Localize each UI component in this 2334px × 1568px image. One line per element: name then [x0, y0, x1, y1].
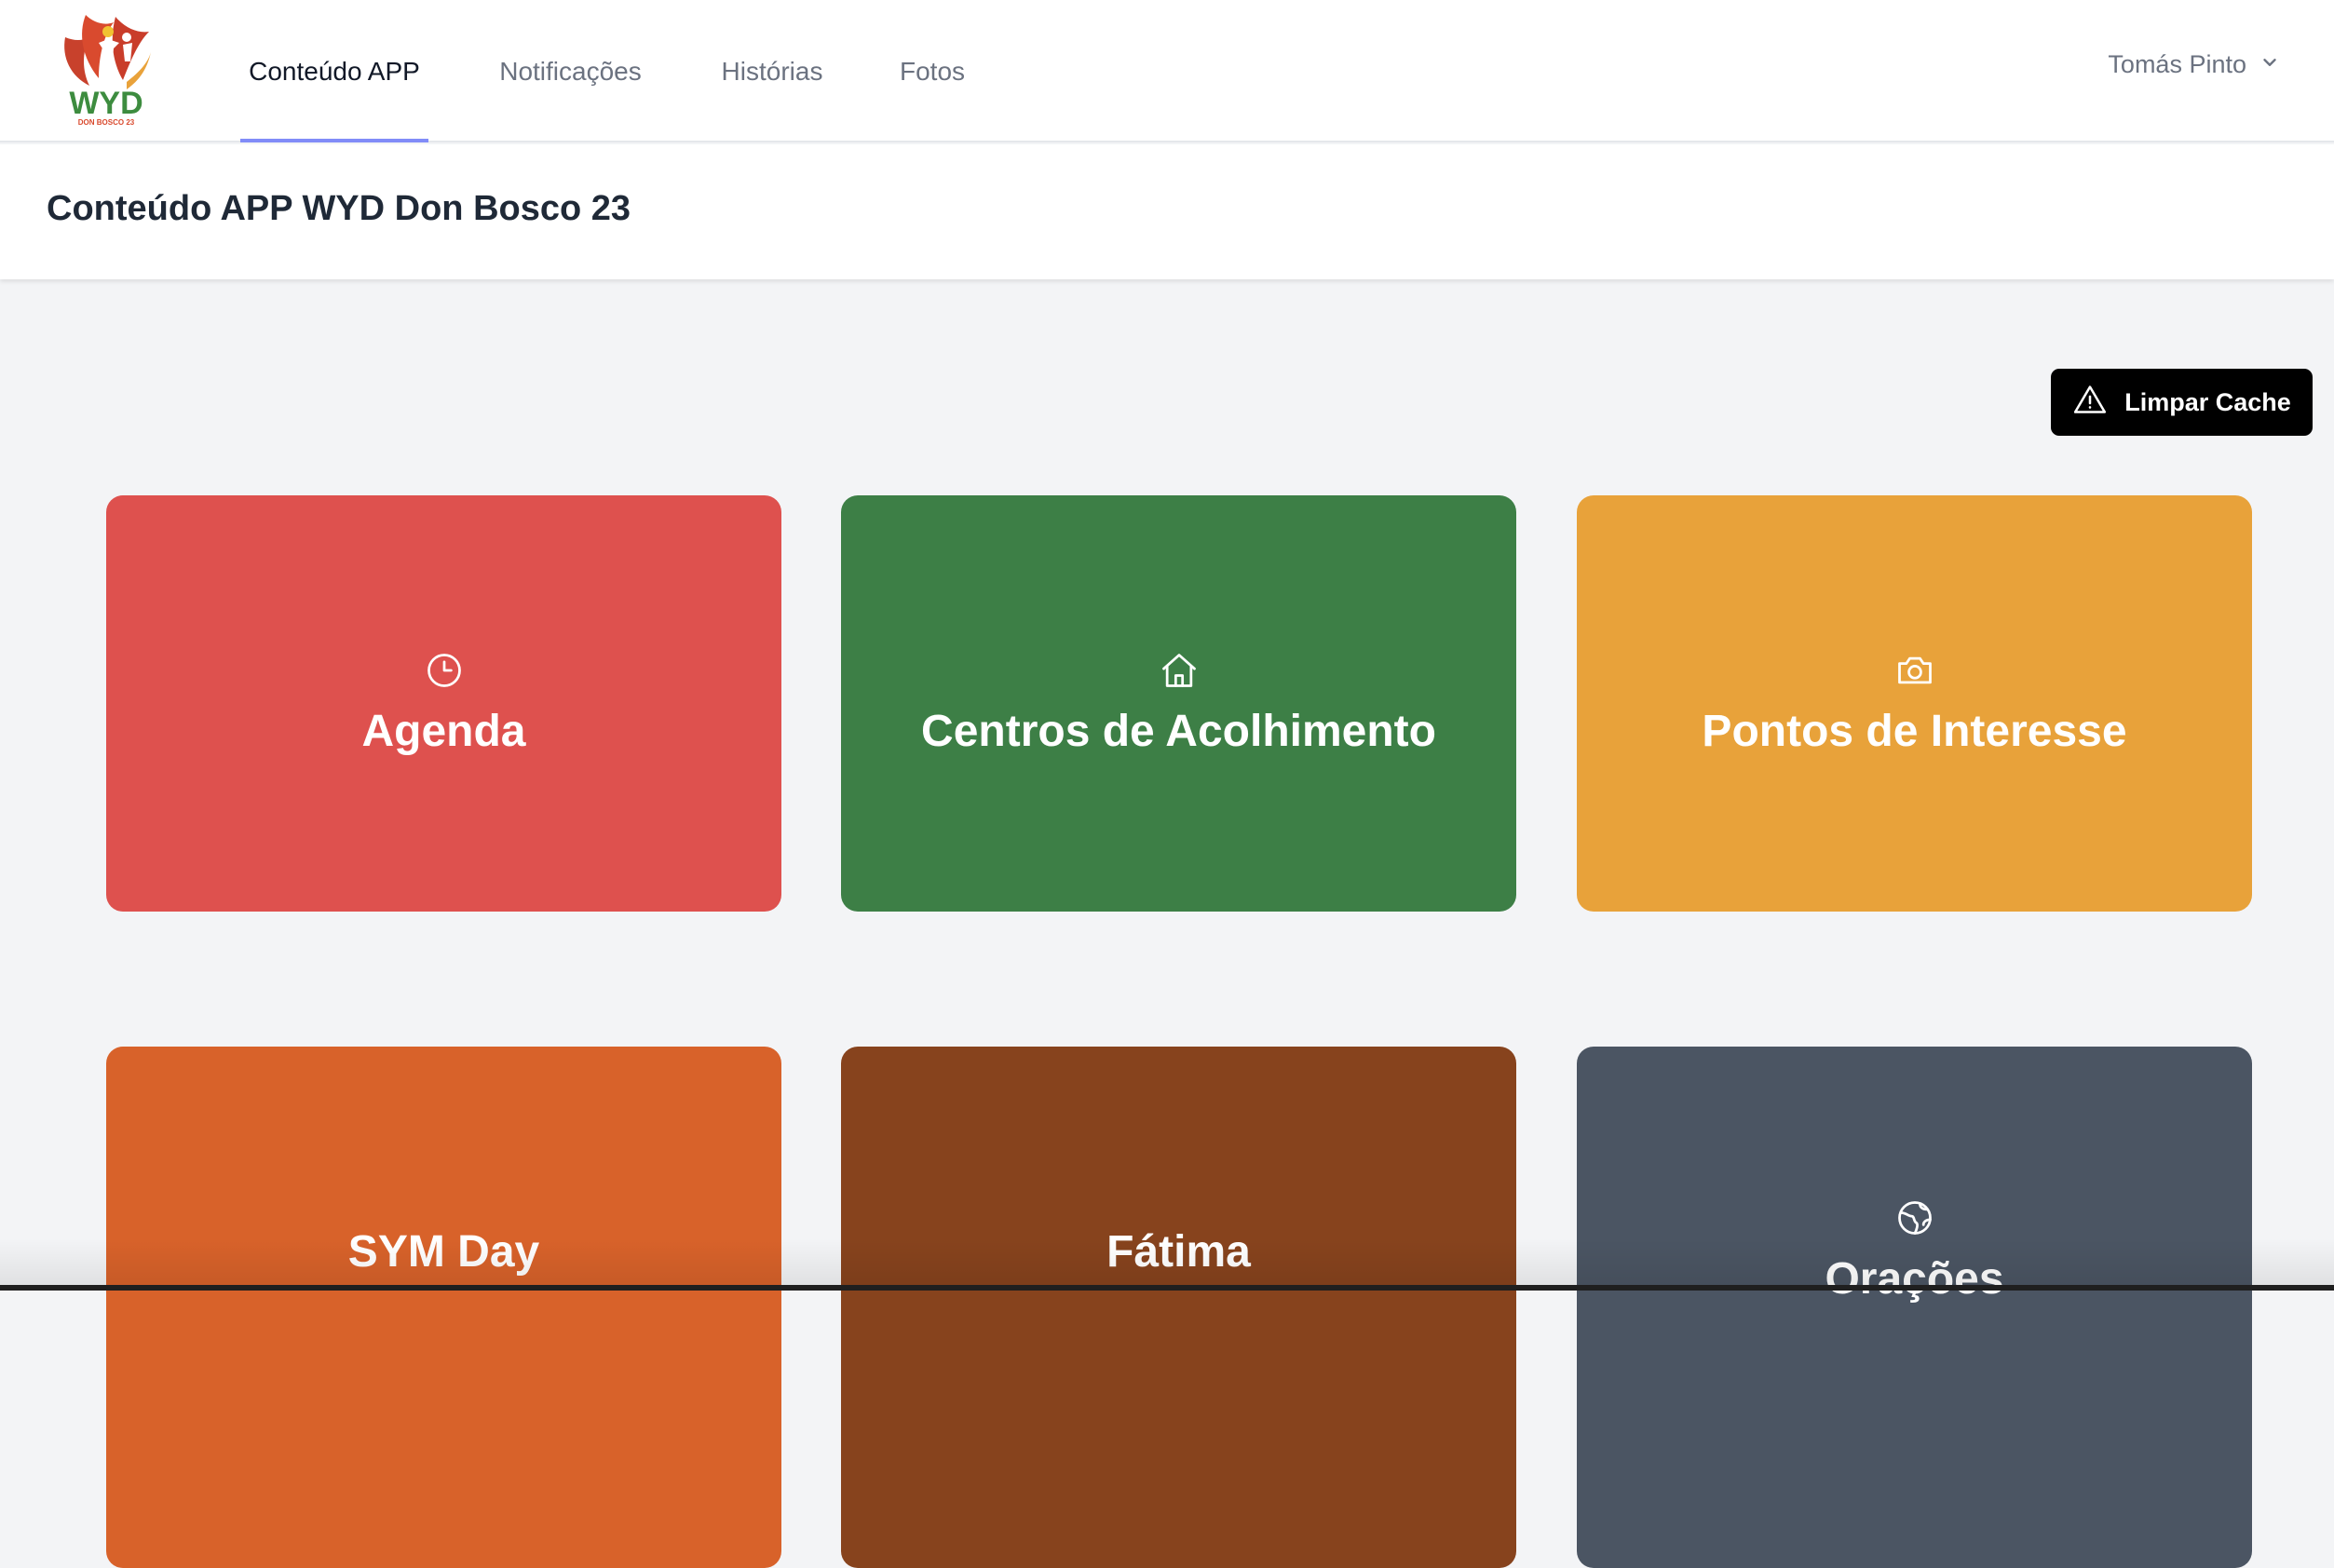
globe-icon — [1894, 1197, 1935, 1238]
camera-icon — [1894, 650, 1935, 691]
nav-tab-fotos[interactable]: Fotos — [896, 0, 969, 142]
card-agenda[interactable]: Agenda — [106, 495, 781, 912]
nav-tab-label: Conteúdo APP — [249, 56, 420, 86]
page-header: Conteúdo APP WYD Don Bosco 23 — [0, 144, 2334, 279]
card-label: Pontos de Interesse — [1702, 707, 2127, 757]
card-centros-de-acolhimento[interactable]: Centros de Acolhimento — [841, 495, 1516, 912]
page-title: Conteúdo APP WYD Don Bosco 23 — [47, 189, 631, 228]
nav-tab-historias[interactable]: Histórias — [717, 0, 827, 142]
nav-tab-label: Fotos — [899, 56, 966, 86]
user-name: Tomás Pinto — [2108, 50, 2246, 78]
user-menu[interactable]: Tomás Pinto — [2108, 50, 2280, 79]
home-icon — [1159, 650, 1200, 691]
window-bottom-edge — [0, 1285, 2334, 1291]
svg-text:WYD: WYD — [69, 86, 142, 121]
wyd-don-bosco-logo[interactable]: WYD DON BOSCO 23 — [58, 9, 155, 127]
card-pontos-de-interesse[interactable]: Pontos de Interesse — [1577, 495, 2252, 912]
card-sym-day[interactable]: SYM Day — [106, 1047, 781, 1568]
card-label: Orações — [1825, 1254, 2004, 1304]
nav-tab-label: Notificações — [499, 56, 642, 86]
chevron-down-icon — [2259, 50, 2280, 79]
clock-icon — [424, 650, 465, 691]
clear-cache-button[interactable]: Limpar Cache — [2051, 369, 2313, 436]
svg-text:DON BOSCO 23: DON BOSCO 23 — [78, 118, 135, 127]
nav-tab-notificacoes[interactable]: Notificações — [494, 0, 647, 142]
clear-cache-label: Limpar Cache — [2124, 387, 2291, 416]
nav-tab-conteudo-app[interactable]: Conteúdo APP — [240, 0, 428, 142]
warning-triangle-icon — [2072, 382, 2108, 424]
top-navigation: WYD DON BOSCO 23 Conteúdo APP Notificaçõ… — [0, 0, 2334, 142]
nav-tab-label: Histórias — [721, 56, 823, 86]
card-label: Agenda — [361, 707, 526, 757]
card-fatima[interactable]: Fátima — [841, 1047, 1516, 1568]
card-label: Centros de Acolhimento — [921, 707, 1436, 757]
card-label: SYM Day — [347, 1227, 540, 1277]
card-oracoes[interactable]: Orações — [1577, 1047, 2252, 1568]
card-label: Fátima — [1106, 1227, 1251, 1277]
